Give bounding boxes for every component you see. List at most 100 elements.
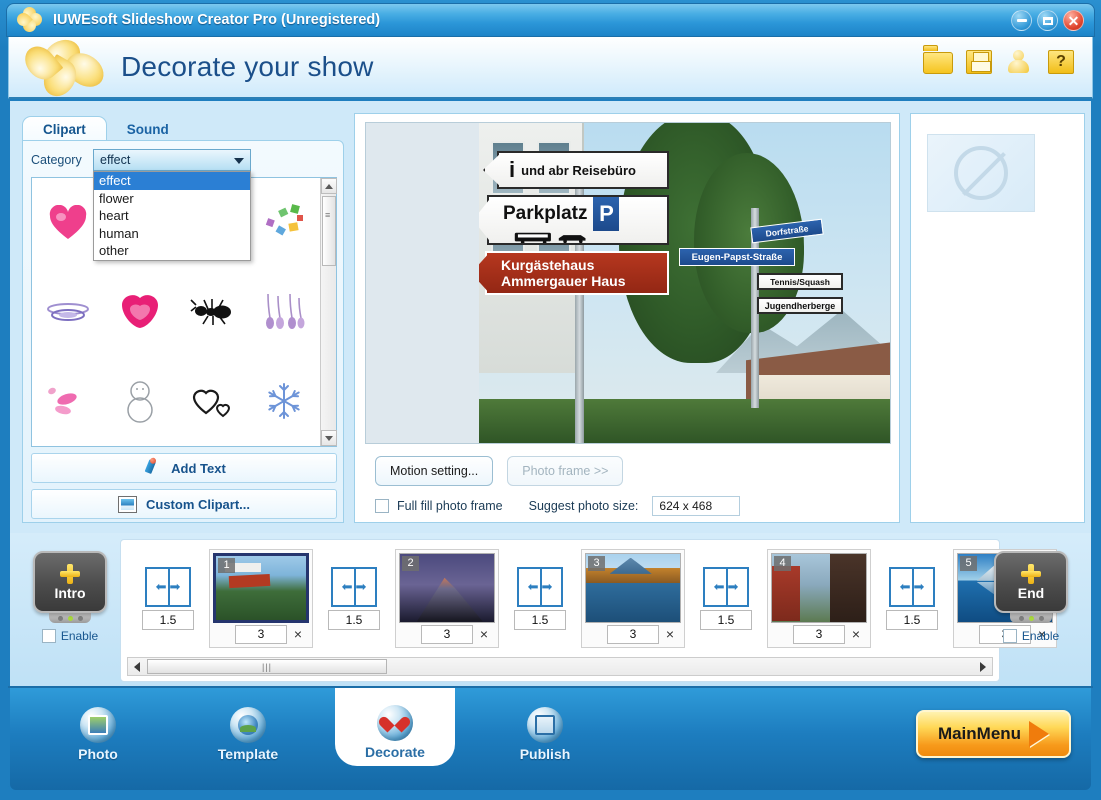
transition-duration[interactable]: 1.5 [700, 610, 752, 630]
category-dropdown-list[interactable]: effect flower heart human other [93, 171, 251, 261]
open-folder-icon[interactable] [923, 49, 953, 75]
nav-item-publish[interactable]: Publish [485, 698, 605, 770]
transition-icon[interactable]: ⬅➡ [517, 567, 563, 607]
slide-duration[interactable]: 3 [607, 625, 659, 644]
filmstrip: Intro Enable ⬅➡ 1.5 1 [8, 533, 1093, 688]
confetti-clipart[interactable] [248, 178, 320, 267]
scroll-up-icon[interactable] [321, 178, 337, 194]
suggest-size-value: 624 x 468 [652, 496, 740, 516]
transition-duration[interactable]: 1.5 [328, 610, 380, 630]
end-enable-row[interactable]: Enable [1003, 629, 1059, 643]
add-text-label: Add Text [171, 461, 226, 476]
photo-ball-icon [80, 707, 116, 743]
intro-button[interactable]: Intro [33, 551, 107, 613]
photo-frame-button[interactable]: Photo frame >> [507, 456, 623, 486]
photo-preview[interactable]: Dorfstraße Eugen-Papst-Straße Tennis/Squ… [365, 122, 891, 444]
custom-clipart-label: Custom Clipart... [146, 497, 250, 512]
slide-item[interactable]: 4 3 × [767, 549, 871, 648]
intro-enable-row[interactable]: Enable [42, 629, 98, 643]
remove-slide-icon[interactable]: × [473, 626, 495, 642]
transition-duration[interactable]: 1.5 [142, 610, 194, 630]
preview-panel: Dorfstraße Eugen-Papst-Straße Tennis/Squ… [354, 113, 900, 523]
pink-petals-clipart[interactable] [32, 357, 104, 446]
custom-clipart-button[interactable]: Custom Clipart... [31, 489, 337, 519]
end-button[interactable]: End [994, 551, 1068, 613]
full-fill-checkbox[interactable] [375, 499, 389, 513]
motion-setting-button[interactable]: Motion setting... [375, 456, 493, 486]
slide-thumbnail[interactable]: 4 [771, 553, 867, 623]
transition-icon[interactable]: ⬅➡ [703, 567, 749, 607]
transition-item[interactable]: ⬅➡ 1.5 [323, 567, 385, 630]
snowman-outline-clipart[interactable] [104, 357, 176, 446]
heart-outline-clipart[interactable] [176, 357, 248, 446]
nav-item-decorate[interactable]: Decorate [335, 688, 455, 766]
slide-duration[interactable]: 3 [421, 625, 473, 644]
snowflake-clipart[interactable] [248, 357, 320, 446]
transition-icon[interactable]: ⬅➡ [331, 567, 377, 607]
transition-item[interactable]: ⬅➡ 1.5 [881, 567, 943, 630]
dropdown-option-flower[interactable]: flower [94, 190, 250, 208]
transition-item[interactable]: ⬅➡ 1.5 [137, 567, 199, 630]
add-text-button[interactable]: Add Text [31, 453, 337, 483]
scroll-thumb[interactable]: ||| [147, 659, 387, 674]
ant-clipart[interactable] [176, 267, 248, 356]
category-selected-value: effect [94, 153, 130, 167]
category-select[interactable]: effect [93, 149, 251, 171]
intro-block: Intro Enable [24, 551, 116, 663]
end-block: End Enable [985, 551, 1077, 663]
nav-item-photo[interactable]: Photo [38, 698, 158, 770]
slide-item[interactable]: 3 3 × [581, 549, 685, 648]
end-enable-checkbox[interactable] [1003, 629, 1017, 643]
transition-item[interactable]: ⬅➡ 1.5 [695, 567, 757, 630]
tab-sound[interactable]: Sound [107, 117, 189, 141]
dropdown-option-heart[interactable]: heart [94, 207, 250, 225]
category-label: Category [31, 153, 93, 167]
plus-icon [60, 564, 80, 584]
slide-thumbnail[interactable]: 3 [585, 553, 681, 623]
slide-thumbnail[interactable]: 2 [399, 553, 495, 623]
category-row: Category effect [31, 149, 337, 171]
dropdown-option-other[interactable]: other [94, 242, 250, 260]
transition-icon[interactable]: ⬅➡ [145, 567, 191, 607]
purple-sprigs-clipart[interactable] [248, 267, 320, 356]
lips-kiss-clipart[interactable] [104, 267, 176, 356]
user-icon[interactable] [1005, 49, 1035, 75]
dropdown-option-effect[interactable]: effect [94, 172, 250, 190]
remove-slide-icon[interactable]: × [287, 626, 309, 642]
scroll-left-icon[interactable] [128, 658, 145, 675]
chevron-down-icon[interactable] [231, 153, 247, 169]
transition-duration[interactable]: 1.5 [514, 610, 566, 630]
scroll-thumb[interactable] [322, 196, 336, 266]
help-icon[interactable]: ? [1046, 49, 1076, 75]
slide-thumbnail[interactable]: 1 [213, 553, 309, 623]
slide-item[interactable]: 1 3 × [209, 549, 313, 648]
slide-duration[interactable]: 3 [793, 625, 845, 644]
nav-item-template[interactable]: Template [188, 698, 308, 770]
parking-p-icon: P [593, 197, 619, 231]
transition-icon[interactable]: ⬅➡ [889, 567, 935, 607]
remove-slide-icon[interactable]: × [845, 626, 867, 642]
scroll-down-icon[interactable] [321, 430, 337, 446]
page-title: Decorate your show [121, 51, 374, 83]
window-title: IUWEsoft Slideshow Creator Pro (Unregist… [53, 12, 380, 28]
close-icon[interactable]: ✕ [1063, 10, 1084, 31]
minimize-icon[interactable] [1011, 10, 1032, 31]
clipart-scrollbar[interactable]: ≡ [320, 178, 336, 446]
maximize-icon[interactable] [1037, 10, 1058, 31]
slide-item[interactable]: 2 3 × [395, 549, 499, 648]
full-fill-label: Full fill photo frame [397, 499, 503, 513]
transition-item[interactable]: ⬅➡ 1.5 [509, 567, 571, 630]
remove-slide-icon[interactable]: × [659, 626, 681, 642]
purple-oval-clipart[interactable] [32, 267, 104, 356]
save-icon[interactable] [964, 49, 994, 75]
publish-ball-icon [527, 707, 563, 743]
german-signpost-photo: Dorfstraße Eugen-Papst-Straße Tennis/Squ… [479, 123, 891, 443]
intro-enable-checkbox[interactable] [42, 629, 56, 643]
transition-duration[interactable]: 1.5 [886, 610, 938, 630]
flower-decoration-icon [23, 41, 109, 93]
dropdown-option-human[interactable]: human [94, 225, 250, 243]
filmstrip-scrollbar[interactable]: ||| [127, 657, 993, 676]
tab-clipart[interactable]: Clipart [22, 116, 107, 141]
slide-duration[interactable]: 3 [235, 625, 287, 644]
main-menu-button[interactable]: MainMenu [916, 710, 1071, 758]
